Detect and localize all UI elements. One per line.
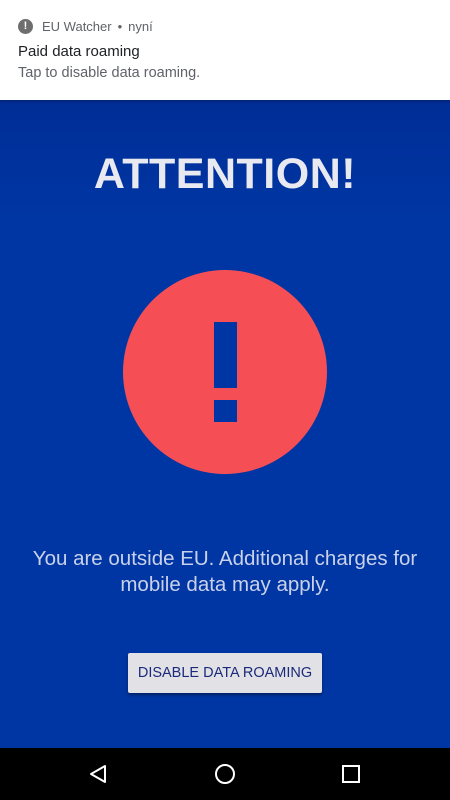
home-circle-icon: [215, 764, 235, 784]
notification-title: Paid data roaming: [18, 43, 140, 60]
navigation-bar: [0, 748, 450, 800]
notification-header: ! EU Watcher • nyní: [18, 17, 153, 35]
exclamation-circle-icon: [123, 270, 327, 474]
notification-separator: •: [117, 18, 123, 34]
back-button[interactable]: [68, 748, 128, 800]
back-triangle-icon: [90, 765, 106, 783]
notification-time: nyní: [128, 18, 153, 34]
home-button[interactable]: [195, 748, 255, 800]
exclamation-dot: [214, 400, 237, 422]
alert-circle-icon: !: [18, 18, 33, 34]
notification-app-name: EU Watcher: [42, 18, 112, 34]
attention-heading: ATTENTION!: [93, 150, 357, 198]
exclamation-bar: [214, 322, 237, 388]
roaming-notification[interactable]: ! EU Watcher • nyní Paid data roaming Ta…: [0, 0, 450, 100]
recents-button[interactable]: [321, 748, 381, 800]
roaming-message: You are outside EU. Additional charges f…: [32, 547, 418, 596]
notification-text: Tap to disable data roaming.: [18, 65, 201, 81]
main-content: ATTENTION! You are outside EU. Additiona…: [0, 100, 450, 748]
disable-data-roaming-button[interactable]: DISABLE DATA ROAMING: [128, 653, 322, 693]
recents-square-icon: [342, 765, 360, 783]
